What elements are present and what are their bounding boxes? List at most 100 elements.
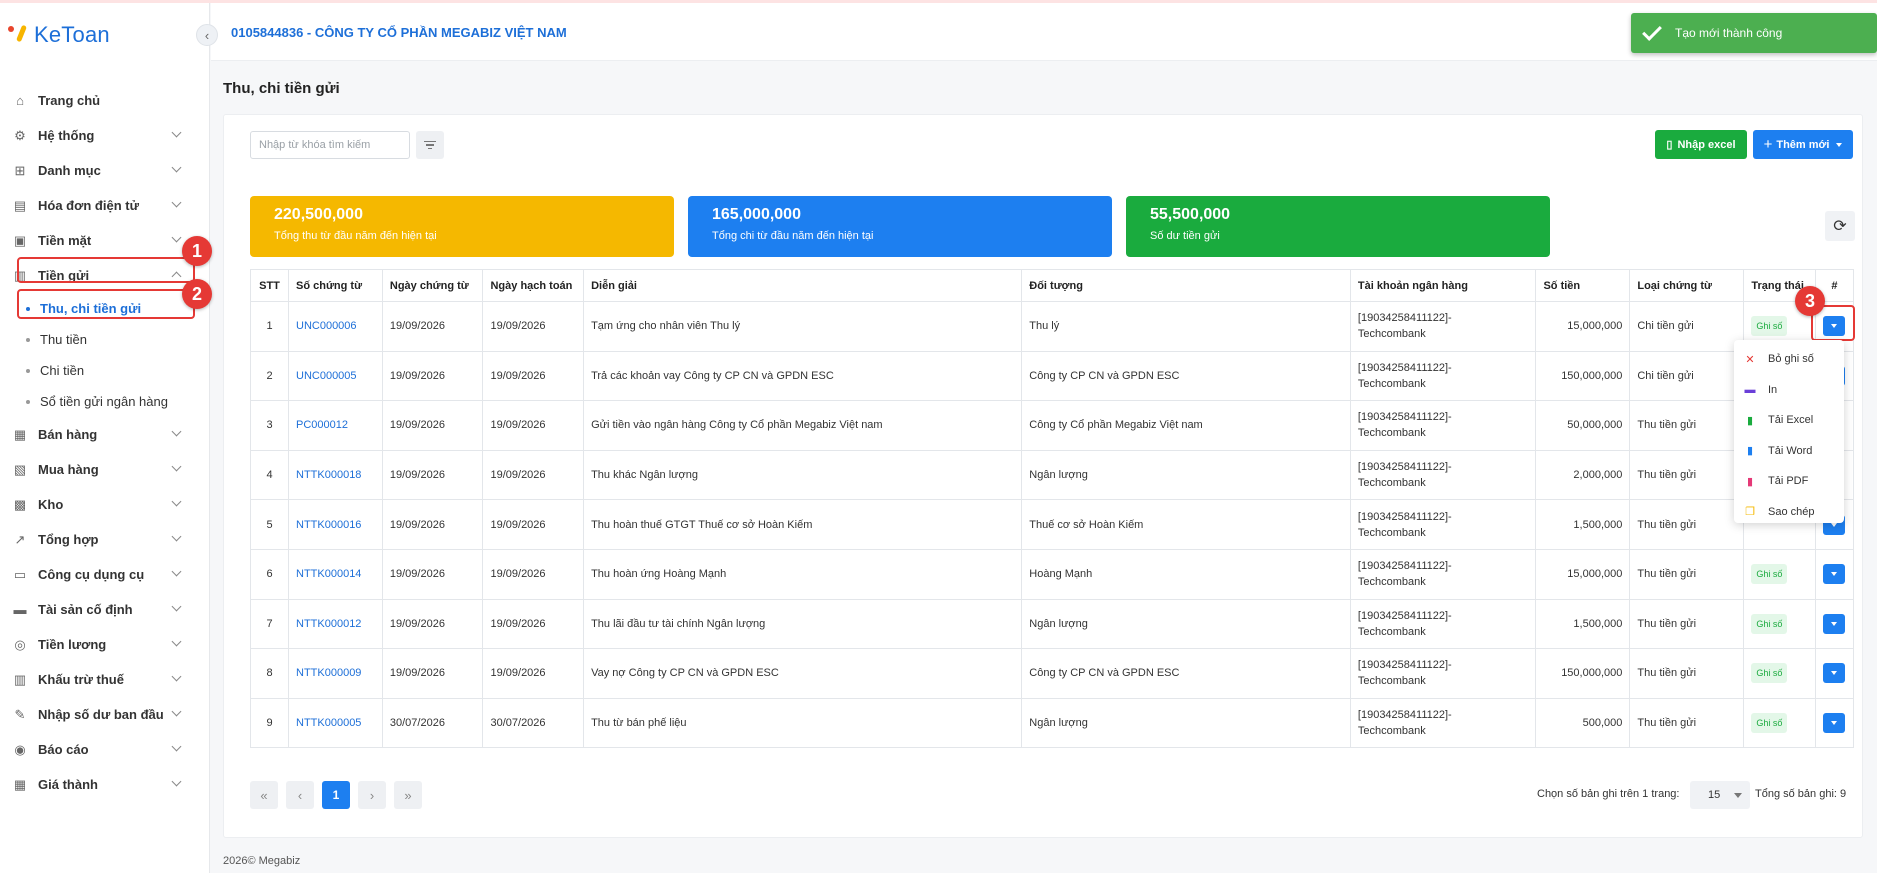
sidebar-item-label: Danh mục	[38, 163, 101, 178]
cell-voucher-type: Thu tiền gửi	[1629, 648, 1745, 699]
cell-actions	[1814, 598, 1855, 650]
import-excel-button[interactable]: ▯ Nhập excel	[1655, 130, 1747, 159]
cell-voucher-no: NTTK000012	[288, 598, 383, 650]
sidebar-item-2[interactable]: ⊞ Danh mục	[0, 153, 210, 188]
voucher-link[interactable]: NTTK000018	[296, 469, 361, 481]
footer: 2026© Megabiz	[223, 855, 301, 867]
sidebar-item-label: Hóa đơn điện tử	[38, 198, 139, 213]
table-row[interactable]: 8 NTTK000009 19/09/2026 19/09/2026 Vay nợ Cô…	[250, 648, 1855, 699]
sidebar-item-label: Kho	[38, 497, 64, 512]
refresh-button[interactable]: ⟳	[1825, 211, 1855, 241]
column-header[interactable]: Ngày chứng từ	[381, 269, 484, 302]
sidebar-item-13[interactable]: ▥ Khấu trừ thuế	[0, 662, 210, 697]
voucher-link[interactable]: UNC000005	[296, 370, 357, 382]
column-header[interactable]: STT	[250, 269, 289, 302]
search-input[interactable]	[250, 131, 410, 159]
row-actions-button[interactable]	[1823, 613, 1846, 634]
sidebar-item-7[interactable]: ▧ Mua hàng	[0, 452, 210, 487]
sidebar-collapse-button[interactable]: ‹	[196, 24, 218, 46]
sidebar-item-10[interactable]: ▭ Công cụ dụng cụ	[0, 557, 210, 592]
column-header[interactable]: Loại chứng từ	[1629, 269, 1745, 302]
last-page-button[interactable]: »	[394, 781, 422, 809]
chevron-down-icon	[171, 162, 182, 173]
sidebar: KeToan ⌂ Trang chủ ⚙ Hệ thống ⊞ Danh mục ▤ Hóa …	[0, 3, 210, 873]
column-header[interactable]: Đối tượng	[1021, 269, 1351, 302]
cell-actions	[1814, 648, 1855, 699]
sidebar-item-14[interactable]: ✎ Nhập số dư ban đầu	[0, 697, 210, 732]
table-row[interactable]: 2 UNC000005 19/09/2026 19/09/2026 Trả các kh…	[250, 350, 1855, 402]
app-logo[interactable]: KeToan	[8, 19, 110, 51]
sidebar-item-0[interactable]: ⌂ Trang chủ	[0, 83, 210, 118]
dropdown-item-4[interactable]: ▮ Tải PDF	[1734, 466, 1844, 497]
sidebar-subitem-2[interactable]: Chi tiền	[0, 355, 210, 386]
cell-stt: 3	[250, 400, 289, 451]
first-page-button[interactable]: «	[250, 781, 278, 809]
sidebar-item-8[interactable]: ▩ Kho	[0, 487, 210, 522]
sidebar-item-6[interactable]: ▦ Bán hàng	[0, 417, 210, 452]
cell-posting-date: 19/09/2026	[482, 548, 585, 600]
caret-down-icon	[1836, 142, 1843, 147]
column-header[interactable]: Diễn giải	[583, 269, 1023, 302]
voucher-link[interactable]: NTTK000014	[296, 568, 361, 580]
page-button-current[interactable]: 1	[322, 781, 350, 809]
dropdown-item-0[interactable]: ✕ Bỏ ghi số	[1734, 344, 1844, 375]
prev-page-button[interactable]: ‹	[286, 781, 314, 809]
sidebar-item-3[interactable]: ▤ Hóa đơn điện tử	[0, 188, 210, 223]
sidebar-item-12[interactable]: ◎ Tiền lương	[0, 627, 210, 662]
cell-voucher-type: Thu tiền gửi	[1629, 449, 1745, 501]
sidebar-subitem-1[interactable]: Thu tiền	[0, 324, 210, 355]
chevron-down-icon	[171, 426, 182, 437]
warehouse-icon: ▩	[13, 496, 27, 512]
row-actions-button[interactable]	[1823, 564, 1846, 585]
sidebar-item-label: Tiền mặt	[38, 233, 92, 248]
bullet-icon	[26, 368, 30, 373]
sidebar-item-4[interactable]: ▣ Tiền mặt	[0, 223, 210, 258]
dropdown-item-5[interactable]: ❐ Sao chép	[1734, 497, 1844, 528]
stat-value: 220,500,000	[274, 206, 363, 223]
dropdown-item-1[interactable]: ▬ In	[1734, 375, 1844, 406]
table-row[interactable]: 7 NTTK000012 19/09/2026 19/09/2026 Thu lãi đ…	[250, 598, 1855, 650]
table-row[interactable]: 5 NTTK000016 19/09/2026 19/09/2026 Thu hoàn …	[250, 499, 1855, 550]
stat-card-0: 220,500,000 Tổng thu từ đầu năm đến hiện …	[250, 196, 674, 257]
sidebar-item-15[interactable]: ◉ Báo cáo	[0, 732, 210, 767]
table-row[interactable]: 4 NTTK000018 19/09/2026 19/09/2026 Thu khác …	[250, 449, 1855, 501]
caret-down-icon	[1831, 671, 1838, 676]
add-new-button[interactable]: + Thêm mới	[1753, 130, 1853, 159]
next-page-button[interactable]: ›	[358, 781, 386, 809]
voucher-link[interactable]: PC000012	[296, 419, 348, 431]
table-row[interactable]: 9 NTTK000005 30/07/2026 30/07/2026 Thu từ bá…	[250, 697, 1855, 749]
table-row[interactable]: 1 UNC000006 19/09/2026 19/09/2026 Tạm ứng ch…	[250, 301, 1855, 352]
voucher-link[interactable]: UNC000006	[296, 320, 357, 332]
sidebar-item-16[interactable]: ▦ Giá thành	[0, 767, 210, 802]
success-toast[interactable]: Tạo mới thành công	[1631, 13, 1877, 53]
column-header[interactable]: Ngày hạch toán	[482, 269, 585, 302]
cell-stt: 9	[250, 697, 289, 749]
sidebar-item-1[interactable]: ⚙ Hệ thống	[0, 118, 210, 153]
row-actions-button[interactable]	[1823, 663, 1846, 684]
bullet-icon	[26, 337, 30, 342]
voucher-link[interactable]: NTTK000012	[296, 618, 361, 630]
table-row[interactable]: 3 PC000012 19/09/2026 19/09/2026 Gửi tiền và…	[250, 400, 1855, 451]
table-row[interactable]: 6 NTTK000014 19/09/2026 19/09/2026 Thu hoàn …	[250, 548, 1855, 600]
column-header[interactable]: Số chứng từ	[288, 269, 383, 302]
sidebar-item-9[interactable]: ↗ Tổng hợp	[0, 522, 210, 557]
cell-description: Thu khác Ngân lượng	[583, 449, 1023, 501]
voucher-link[interactable]: NTTK000016	[296, 519, 361, 531]
cell-voucher-type: Thu tiền gửi	[1629, 598, 1745, 650]
bank-name: Techcombank	[1357, 477, 1426, 490]
voucher-link[interactable]: NTTK000005	[296, 717, 361, 729]
company-name[interactable]: 0105844836 - CÔNG TY CỔ PHẦN MEGABIZ VIỆ…	[231, 25, 567, 40]
voucher-link[interactable]: NTTK000009	[296, 667, 361, 679]
row-actions-button[interactable]	[1823, 713, 1846, 734]
sidebar-subitem-3[interactable]: Sổ tiền gửi ngân hàng	[0, 386, 210, 417]
sidebar-item-11[interactable]: ▬ Tài sản cố định	[0, 592, 210, 627]
column-header[interactable]: Tài khoản ngân hàng	[1349, 269, 1537, 302]
dropdown-item-2[interactable]: ▮ Tải Excel	[1734, 405, 1844, 436]
per-page-select[interactable]: 15	[1690, 781, 1750, 809]
column-header[interactable]: Số tiền	[1535, 269, 1631, 302]
dropdown-item-3[interactable]: ▮ Tải Word	[1734, 436, 1844, 467]
dropdown-item-label: In	[1768, 383, 1778, 396]
filter-button[interactable]	[416, 131, 444, 159]
bank-name: Techcombank	[1357, 725, 1426, 738]
bank-account-number: [19034258411122]-	[1357, 411, 1452, 424]
